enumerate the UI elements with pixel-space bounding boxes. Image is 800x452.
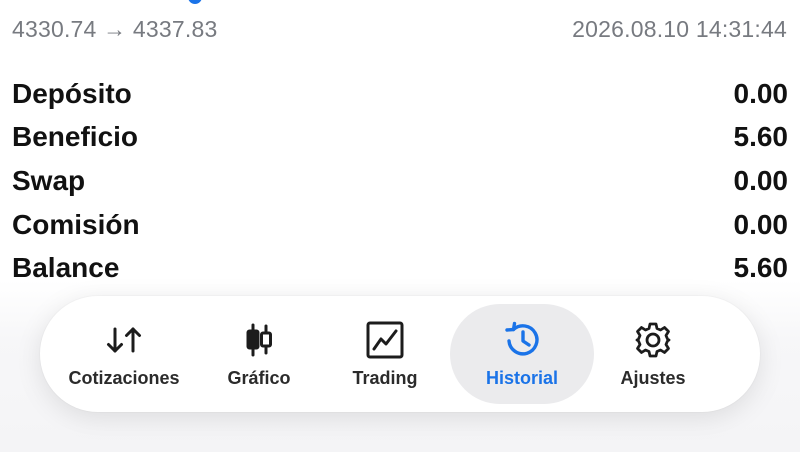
summary-row-deposit: Depósito 0.00 [12, 72, 788, 116]
history-datetime: 2026.08.10 14:31:44 [572, 16, 787, 42]
summary-label: Beneficio [12, 121, 139, 153]
price-range: 4330.74 → 4337.83 [12, 16, 218, 42]
summary-label: Swap [12, 164, 86, 196]
summary-row-swap: Swap 0.00 [12, 159, 788, 203]
tab-quotes[interactable]: Cotizaciones [50, 304, 198, 404]
summary-label: Depósito [12, 77, 132, 109]
summary-value: 5.60 [733, 121, 789, 153]
candlestick-icon [239, 320, 279, 360]
sort-arrows-icon [104, 320, 144, 360]
tab-label: Ajustes [620, 367, 686, 388]
summary-label: Comisión [12, 208, 140, 240]
tab-label: Trading [352, 367, 418, 388]
summary-row-commission: Comisión 0.00 [12, 203, 788, 247]
tab-chart[interactable]: Gráfico [198, 304, 320, 404]
tab-history[interactable]: Historial [450, 304, 594, 404]
bottom-tab-bar: Cotizaciones Gráfico Trading Historial A… [40, 296, 760, 412]
tab-label: Cotizaciones [68, 367, 180, 388]
summary-value: 0.00 [733, 164, 789, 196]
trend-chart-icon [365, 320, 405, 360]
summary-row-profit: Beneficio 5.60 [12, 116, 788, 160]
tab-label: Gráfico [227, 367, 291, 388]
history-clock-icon [502, 320, 542, 360]
summary-value: 0.00 [733, 77, 789, 109]
tab-label: Historial [485, 367, 559, 388]
tab-settings[interactable]: Ajustes [594, 304, 712, 404]
summary-list: Depósito 0.00 Beneficio 5.60 Swap 0.00 C… [12, 72, 788, 290]
summary-value: 0.00 [733, 208, 789, 240]
gear-icon [633, 320, 673, 360]
tab-trading[interactable]: Trading [320, 304, 450, 404]
cut-off-top-text [0, 0, 800, 6]
